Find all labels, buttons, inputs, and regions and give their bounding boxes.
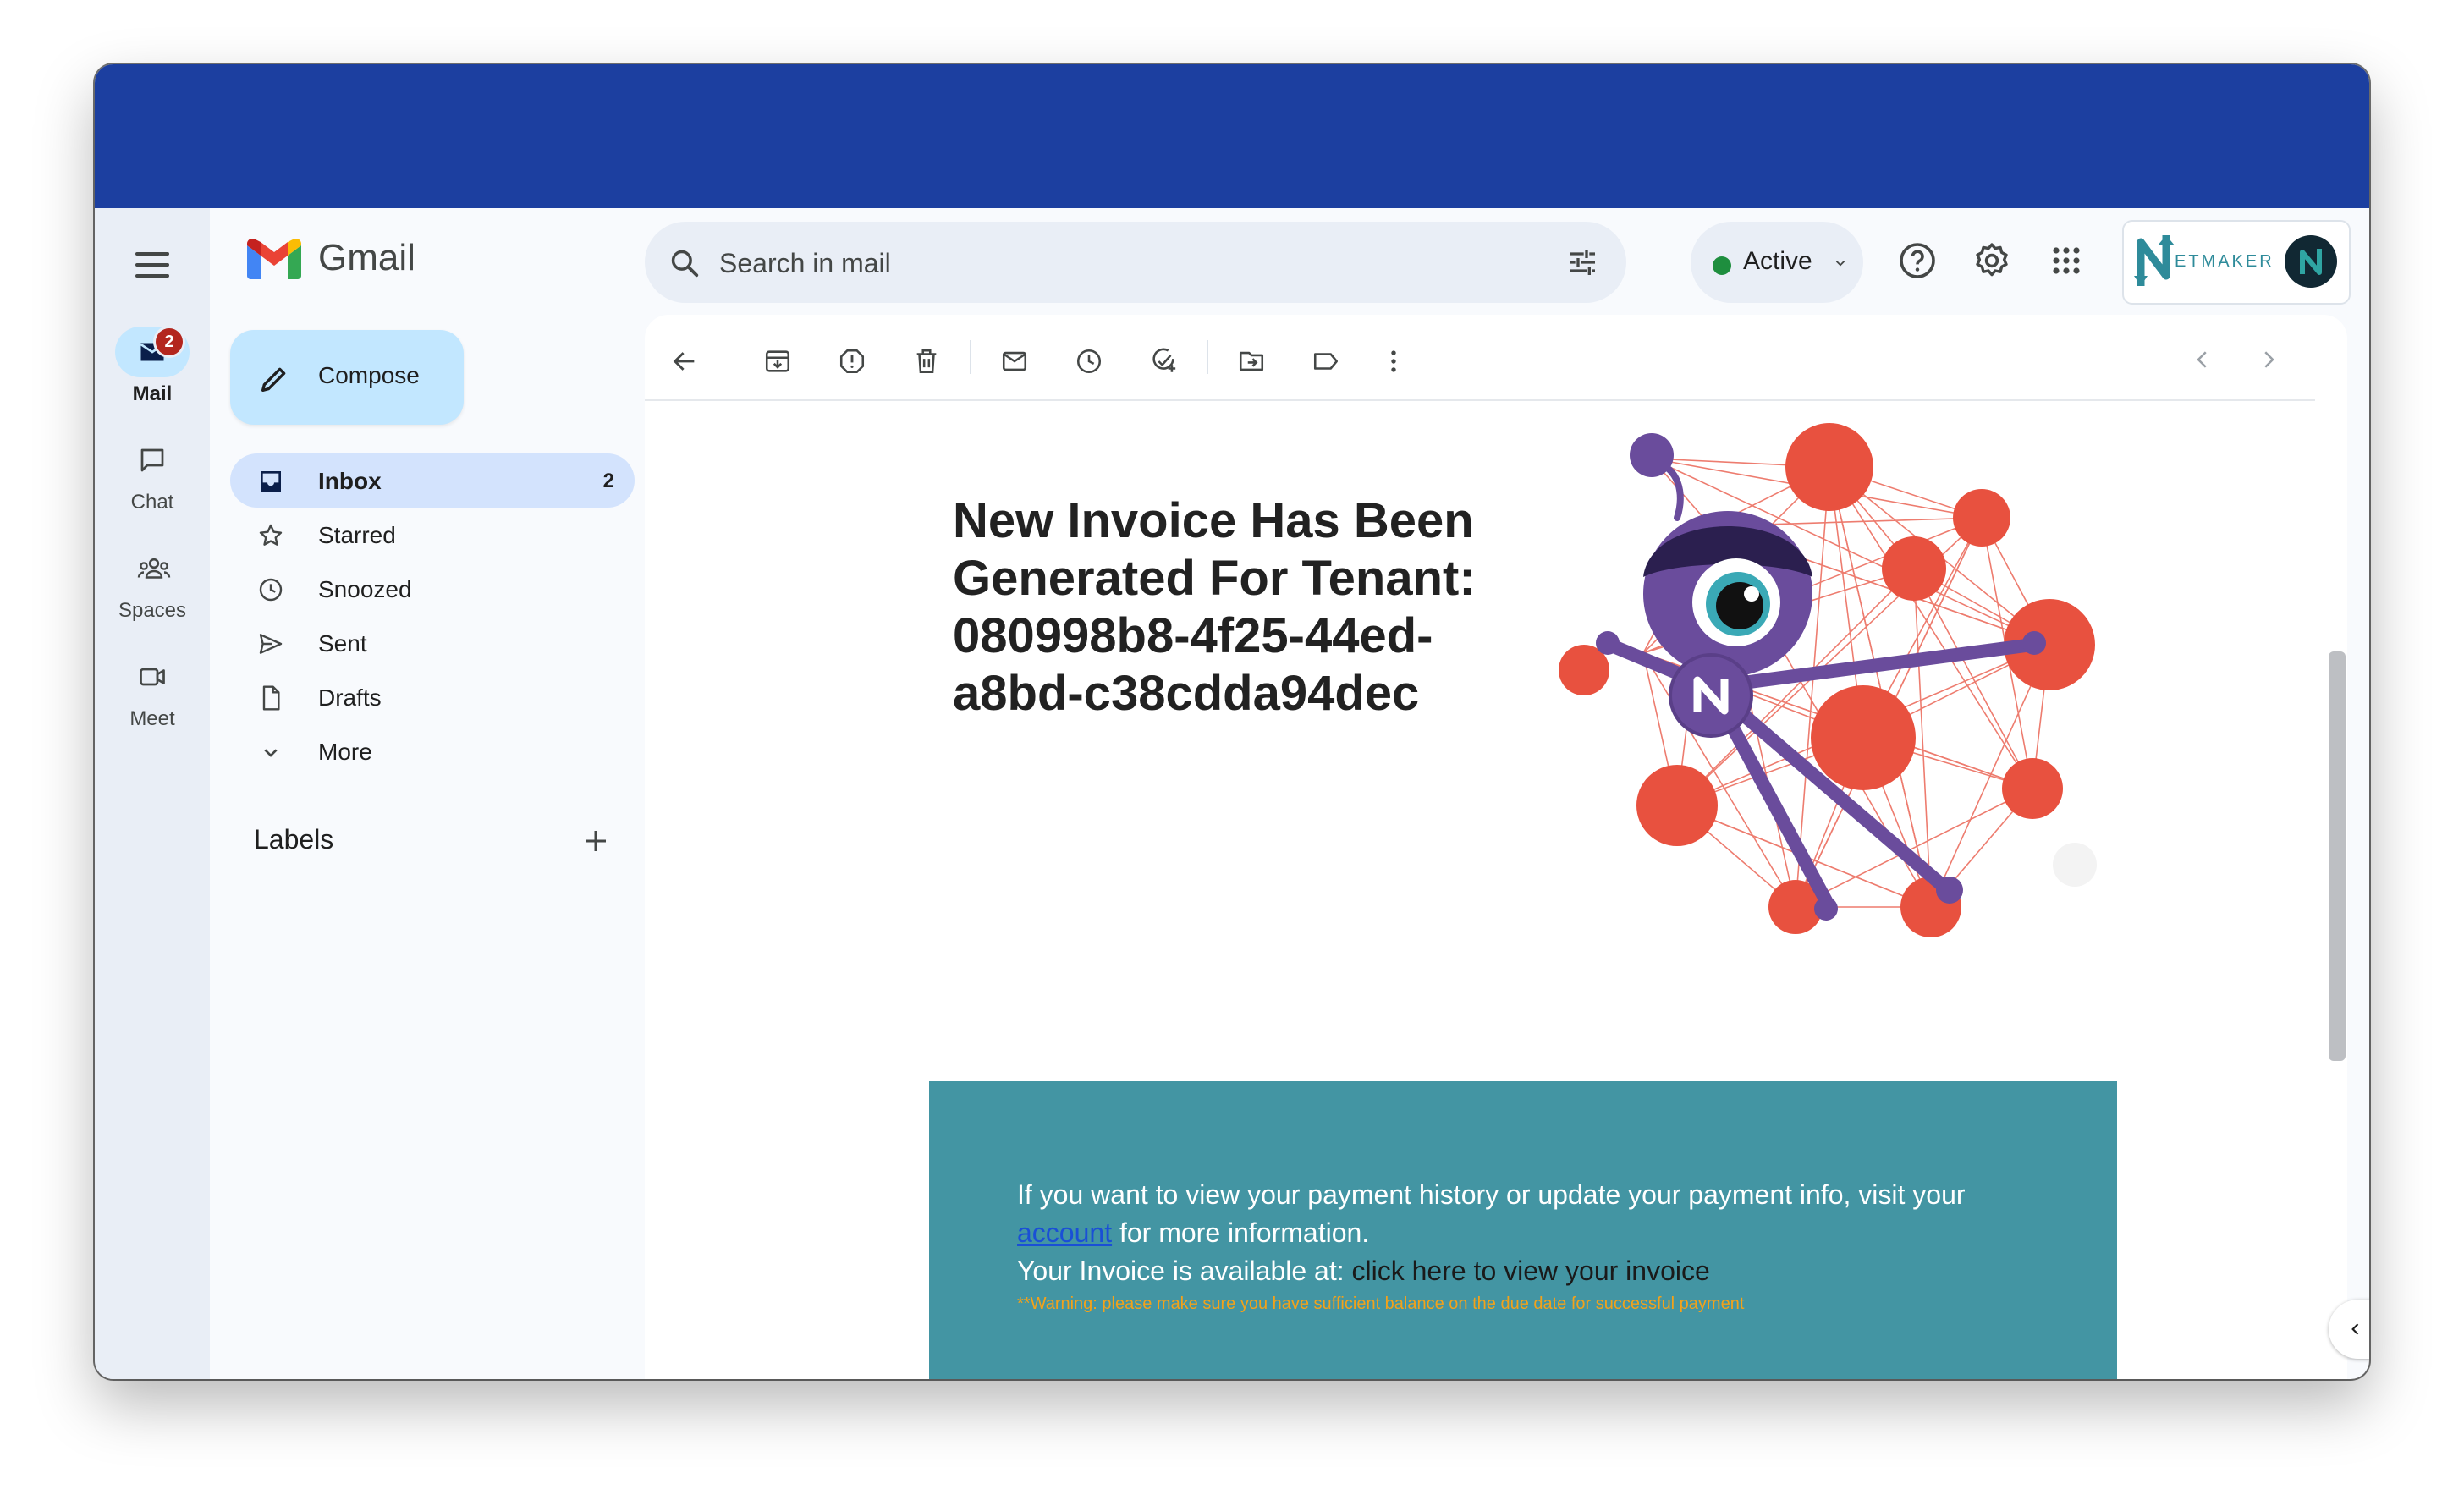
email-title: New Invoice Has Been Generated For Tenan… [953,493,1476,721]
nav-item-drafts[interactable]: Drafts [230,670,635,724]
rail-item-spaces[interactable]: Spaces [95,543,210,623]
mark-unread-icon[interactable] [1000,347,1029,376]
brand-wordmark: ETMAKER [2175,252,2274,271]
unread-badge: 2 [156,328,183,355]
status-dot [1713,256,1731,275]
help-icon[interactable] [1897,240,1938,281]
rail-pill [115,543,190,594]
rail-pill [115,435,190,486]
rail-label: Meet [129,707,175,730]
account-link[interactable]: account [1017,1217,1112,1248]
browser-window: 2 Mail Chat Spaces Meet Gmail Search in … [95,64,2369,1379]
label-icon[interactable] [1312,347,1340,376]
next-icon[interactable] [2256,347,2281,372]
archive-icon[interactable] [763,347,792,376]
pencil-icon [261,367,286,392]
netmaker-avatar-icon [2300,249,2322,275]
report-spam-icon[interactable] [838,347,866,376]
settings-icon[interactable] [1972,240,2012,281]
compose-button[interactable]: Compose [230,330,464,425]
nav-item-sent[interactable]: Sent [230,616,635,670]
toolbar-divider [1207,340,1208,374]
chat-icon [140,448,164,472]
hamburger-icon[interactable] [135,252,169,278]
add-task-icon[interactable] [1149,347,1178,376]
labels-heading: Labels [254,824,334,855]
back-arrow-icon[interactable] [670,347,699,376]
rail-item-chat[interactable]: Chat [95,435,210,514]
view-invoice-link[interactable]: click here to view your invoice [1352,1256,1710,1286]
search-icon[interactable] [668,247,701,279]
rail-pill: 2 [115,327,190,377]
chevron-down-icon [264,749,278,757]
toolbar-divider-line [645,399,2315,401]
rail-label: Mail [132,382,173,405]
toolbar-divider [970,340,971,374]
banner-line-1-start: If you want to view your payment history… [1017,1179,1966,1210]
nav-label: More [318,739,372,765]
netmaker-mascot-illustration [1559,423,2097,937]
chevron-down-icon [1835,261,1845,267]
more-vert-icon[interactable] [1379,347,1408,376]
move-to-icon[interactable] [1237,347,1266,376]
avatar[interactable] [2285,235,2337,288]
video-icon [140,668,165,686]
nav-item-more[interactable]: More [230,724,635,778]
apps-grid-icon[interactable] [2046,240,2087,281]
app-name: Gmail [318,237,415,278]
rail-item-meet[interactable]: Meet [95,651,210,731]
nav-item-inbox[interactable]: Inbox 2 [230,453,635,508]
nav-label: Snoozed [318,576,412,602]
clock-icon [259,578,283,602]
chevron-left-icon [2351,1323,2359,1335]
search-options-icon[interactable] [1565,245,1599,279]
rail-label: Chat [130,491,174,514]
nav-label: Starred [318,522,396,548]
payment-warning: **Warning: please make sure you have suf… [1017,1294,1745,1313]
unread-count: 2 [602,470,614,492]
star-icon [259,524,283,546]
search-input[interactable] [718,242,1482,284]
nav-label: Drafts [318,684,382,711]
rail-item-mail[interactable]: 2 Mail [95,327,210,406]
rail-label: Spaces [118,599,187,622]
delete-icon[interactable] [912,347,941,376]
snooze-icon[interactable] [1075,347,1103,376]
compose-label: Compose [318,362,420,388]
app-rail: 2 Mail Chat Spaces Meet [95,208,210,1379]
status-label: Active [1743,247,1812,275]
nav-label: Sent [318,630,367,657]
banner-text: If you want to view your payment history… [1017,1176,2049,1317]
nav-item-starred[interactable]: Starred [230,508,635,562]
nav-item-snoozed[interactable]: Snoozed [230,562,635,616]
invoice-info-banner: If you want to view your payment history… [929,1081,2117,1379]
browser-top-bar [95,64,2369,208]
draft-icon [262,685,280,711]
send-icon [259,634,283,654]
add-label-icon[interactable] [580,826,611,856]
status-chip[interactable]: Active [1691,222,1863,303]
banner-line-1-end: for more information. [1112,1217,1370,1248]
message-panel: New Invoice Has Been Generated For Tenan… [645,315,2347,1379]
search-bar[interactable] [645,222,1626,303]
workspace-brand[interactable]: ETMAKER [2122,220,2351,305]
inbox-icon [261,471,281,492]
nav-label: Inbox [318,468,382,494]
gmail-logo-icon[interactable] [247,239,301,279]
scrollbar-thumb[interactable] [2329,651,2346,1061]
spaces-icon [137,558,171,579]
prev-icon[interactable] [2190,347,2215,372]
banner-line-2-start: Your Invoice is available at: [1017,1256,1352,1286]
rail-pill [115,651,190,702]
